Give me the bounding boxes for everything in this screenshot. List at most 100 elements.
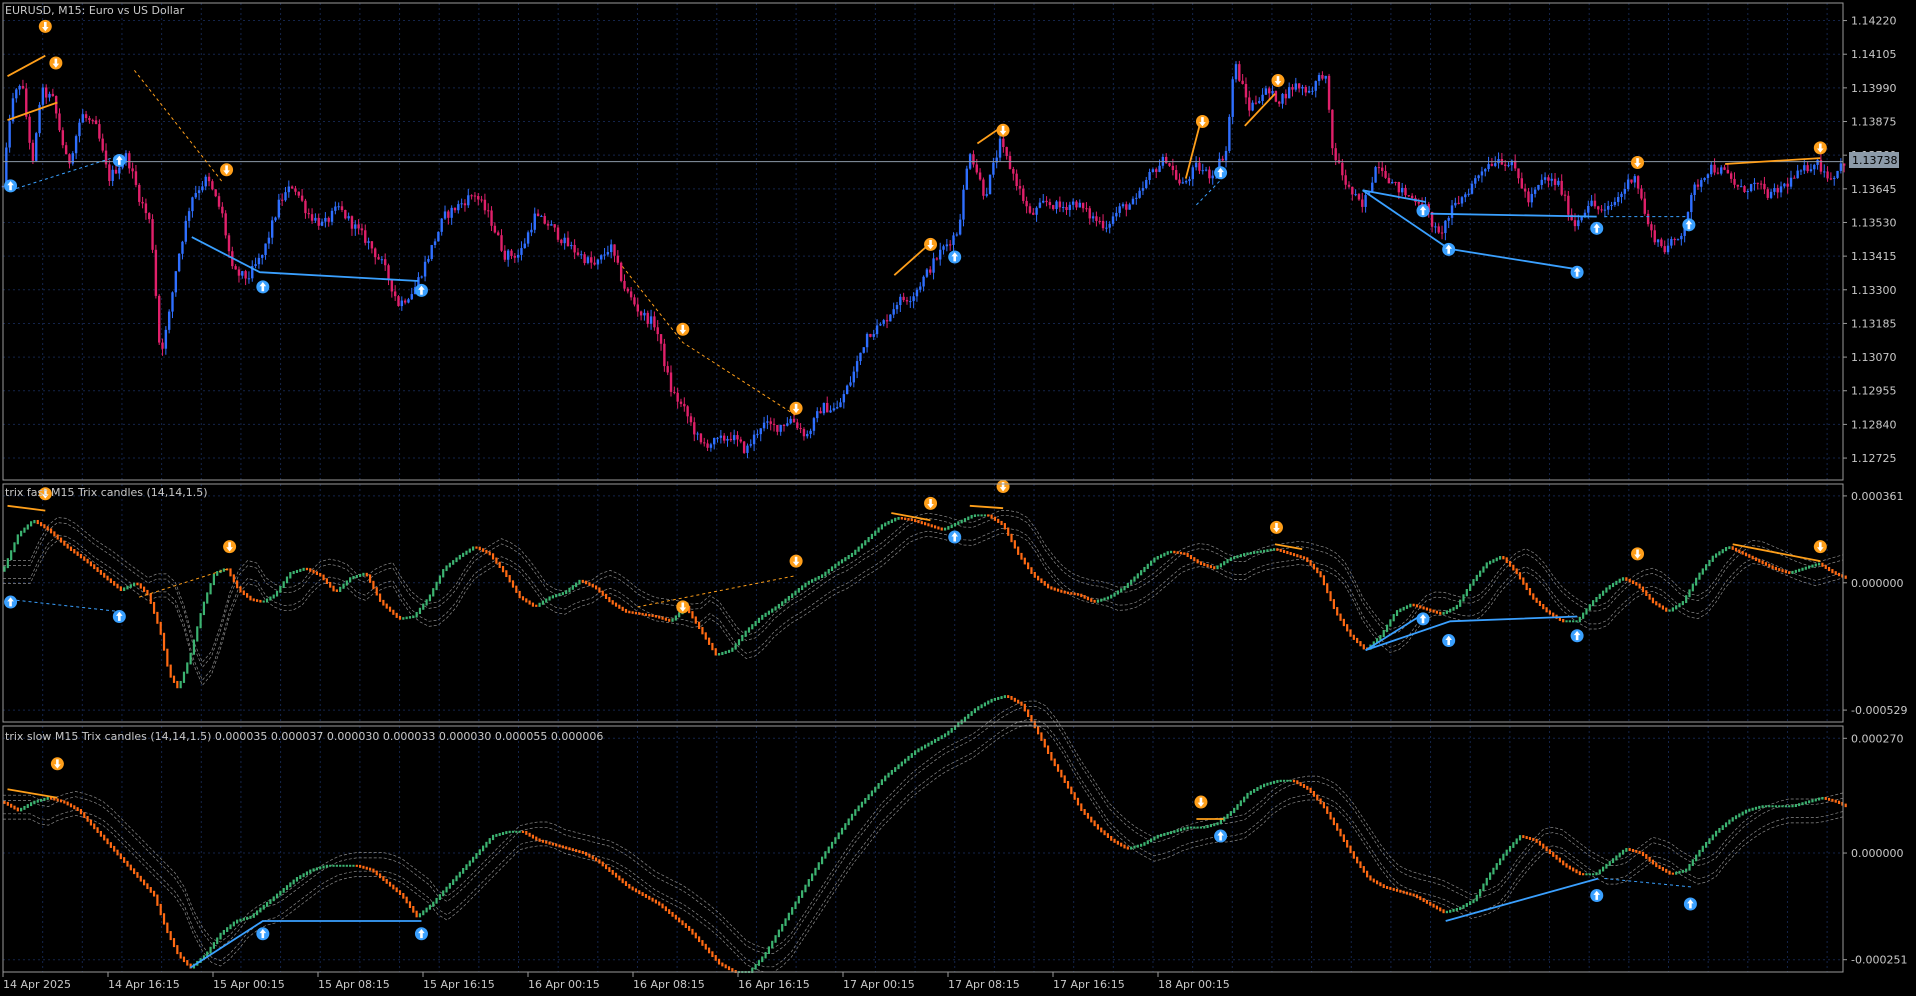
chart-canvas[interactable]: 1.142201.141051.139901.138751.137601.136… <box>0 0 1916 996</box>
trix-bar <box>1512 842 1515 848</box>
sell-arrow-icon[interactable] <box>220 163 234 177</box>
trix-bar <box>136 872 139 878</box>
candle-body <box>696 433 699 435</box>
trix-bar <box>764 951 767 959</box>
sell-arrow-icon[interactable] <box>924 237 938 251</box>
trix-bar <box>1535 838 1538 843</box>
sell-arrow-icon[interactable] <box>924 496 938 510</box>
buy-arrow-icon[interactable] <box>1590 221 1604 235</box>
candle-body <box>1497 158 1500 164</box>
trix-bar <box>1369 875 1372 881</box>
candle-body <box>1018 186 1022 189</box>
trix-bar <box>176 945 179 955</box>
sell-arrow-icon[interactable] <box>1813 141 1827 155</box>
candle-body <box>1660 239 1663 247</box>
sell-arrow-icon[interactable] <box>996 480 1010 494</box>
trix-bar <box>1146 840 1149 845</box>
candle-body <box>28 116 31 143</box>
sell-arrow-icon[interactable] <box>223 540 237 554</box>
trix-bar <box>1808 565 1811 569</box>
sell-arrow-icon[interactable] <box>50 757 64 771</box>
trix-bar <box>787 595 790 601</box>
candle-body <box>855 361 859 372</box>
trix-bar <box>362 572 365 576</box>
buy-arrow-icon[interactable] <box>1442 634 1456 648</box>
sell-arrow-icon[interactable] <box>1194 795 1208 809</box>
candle-body <box>659 334 663 344</box>
candle-body <box>503 250 507 260</box>
trix-bar <box>1096 599 1100 603</box>
sell-arrow-icon[interactable] <box>1813 540 1827 554</box>
candle-body <box>101 138 104 151</box>
sell-arrow-icon[interactable] <box>789 401 803 415</box>
sell-arrow-icon[interactable] <box>789 554 803 568</box>
trix-bar <box>1379 882 1382 887</box>
candle-body <box>104 150 108 165</box>
trix-fast-pane[interactable] <box>3 480 1847 689</box>
trix-bar <box>1425 607 1429 611</box>
buy-arrow-icon[interactable] <box>1214 829 1228 843</box>
trix-bar <box>475 853 478 859</box>
sell-arrow-icon[interactable] <box>49 56 63 70</box>
trix-bar <box>1764 805 1768 808</box>
sell-arrow-icon[interactable] <box>1271 74 1285 88</box>
sell-arrow-icon[interactable] <box>38 19 52 33</box>
buy-arrow-icon[interactable] <box>112 153 126 167</box>
price-tick-label: 1.12840 <box>1851 418 1897 431</box>
buy-arrow-icon[interactable] <box>1590 889 1604 903</box>
buy-arrow-icon[interactable] <box>1442 242 1456 256</box>
sell-arrow-icon[interactable] <box>676 322 690 336</box>
trix-bar <box>1738 549 1741 554</box>
trix-bar <box>465 864 468 871</box>
candle-body <box>792 418 796 423</box>
sell-arrow-icon[interactable] <box>1195 115 1209 129</box>
buy-arrow-icon[interactable] <box>1570 265 1584 279</box>
trix-bar <box>1542 843 1545 849</box>
buy-arrow-icon[interactable] <box>1214 166 1228 180</box>
buy-arrow-icon[interactable] <box>4 595 18 609</box>
buy-arrow-icon[interactable] <box>414 927 428 941</box>
candle-body <box>161 342 164 349</box>
candle-body <box>583 254 586 264</box>
candle-body <box>1636 176 1640 189</box>
candle-body <box>1450 205 1454 218</box>
buy-arrow-icon[interactable] <box>4 179 18 193</box>
trix-bar <box>1412 893 1415 897</box>
sell-arrow-icon[interactable] <box>676 600 690 614</box>
sell-arrow-icon[interactable] <box>1631 547 1645 561</box>
trix-bar <box>1512 564 1515 571</box>
buy-arrow-icon[interactable] <box>1416 204 1430 218</box>
candle-body <box>1666 245 1670 253</box>
buy-arrow-icon[interactable] <box>112 609 126 623</box>
trix-bar <box>1548 610 1552 615</box>
trix-bar <box>269 899 272 905</box>
trix-bar <box>1120 588 1123 593</box>
candle-body <box>1274 90 1278 102</box>
trix-band <box>3 724 1844 973</box>
buy-arrow-icon[interactable] <box>256 927 270 941</box>
trix-bar <box>36 799 39 803</box>
trix-bar <box>292 879 295 885</box>
price-pane[interactable] <box>1 19 1846 459</box>
buy-arrow-icon[interactable] <box>1682 218 1696 232</box>
buy-arrow-icon[interactable] <box>1683 897 1697 911</box>
buy-arrow-icon[interactable] <box>948 250 962 264</box>
buy-arrow-icon[interactable] <box>1570 629 1584 643</box>
trix-bar <box>1070 592 1073 595</box>
metatrader-chart-window[interactable]: 1.142201.141051.139901.138751.137601.136… <box>0 0 1916 996</box>
trix-bar <box>1665 607 1668 612</box>
candle-body <box>985 194 988 196</box>
trix-bar <box>23 805 26 810</box>
sell-arrow-icon[interactable] <box>996 123 1010 137</box>
trix-bar <box>1405 605 1409 609</box>
buy-arrow-icon[interactable] <box>256 280 270 294</box>
sell-arrow-icon[interactable] <box>1631 155 1645 169</box>
trix-bar <box>698 621 701 630</box>
candle-body <box>403 300 407 303</box>
sell-arrow-icon[interactable] <box>1269 520 1283 534</box>
buy-arrow-icon[interactable] <box>948 530 962 544</box>
buy-arrow-icon[interactable] <box>414 283 428 297</box>
buy-arrow-icon[interactable] <box>1416 612 1430 626</box>
price-tick-label: 1.14105 <box>1851 48 1897 61</box>
trix-bar <box>1272 548 1276 551</box>
